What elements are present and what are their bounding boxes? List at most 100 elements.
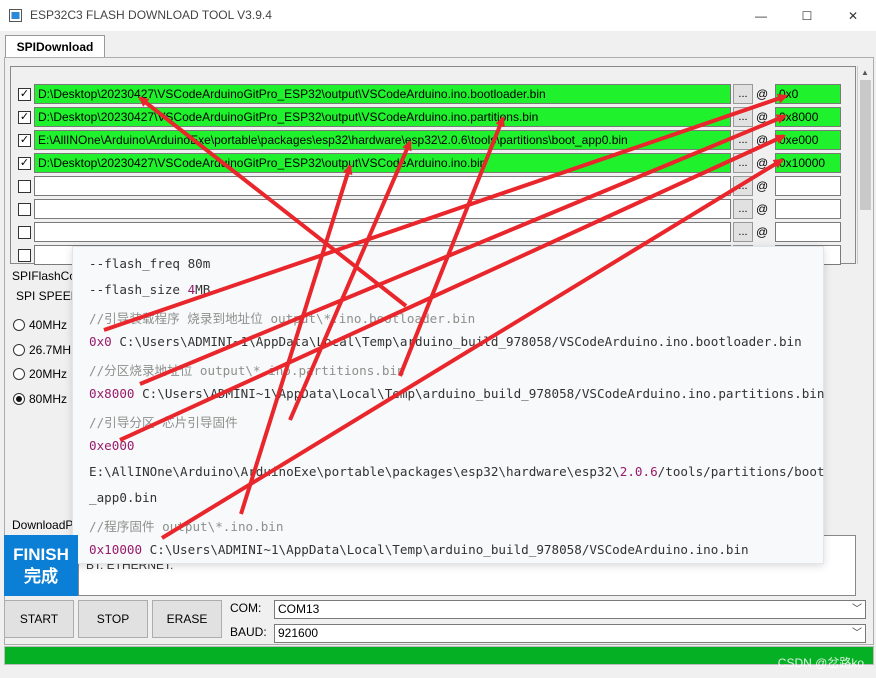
code-line: --flash_freq 80m — [89, 256, 210, 271]
code-line: E:\AllINOne\Arduino\ArduinoExe\portable\… — [89, 464, 824, 479]
address-input[interactable] — [775, 199, 841, 219]
scroll-thumb[interactable] — [860, 80, 871, 210]
code-line: 0xe000 — [89, 438, 135, 453]
browse-button[interactable]: ... — [733, 199, 753, 219]
code-token: 0x10000 — [89, 542, 143, 557]
code-token: C:\Users\ADMINI~1\AppData\Local\Temp\ard… — [111, 334, 802, 349]
code-line: 0x8000 C:\Users\ADMINI~1\AppData\Local\T… — [89, 386, 824, 401]
address-input[interactable]: 0x0 — [775, 84, 841, 104]
spi-speed-radio[interactable] — [13, 368, 25, 380]
code-token: 2.0.6 — [619, 464, 658, 479]
code-token: 80m — [187, 256, 211, 271]
address-input[interactable] — [775, 222, 841, 242]
spi-speed-option-label: 20MHz — [29, 367, 68, 381]
at-label: @ — [756, 133, 769, 147]
window-title: ESP32C3 FLASH DOWNLOAD TOOL V3.9.4 — [30, 8, 272, 22]
file-path-input[interactable]: D:\Desktop\20230427\VSCodeArduinoGitPro_… — [34, 84, 731, 104]
code-token: --flash_freq — [89, 256, 188, 271]
code-token: 0x0 — [89, 334, 112, 349]
scroll-up-icon[interactable]: ▲ — [861, 68, 869, 77]
spi-speed-radio[interactable] — [13, 319, 25, 331]
browse-button[interactable]: ... — [733, 130, 753, 150]
close-icon: ✕ — [847, 8, 859, 23]
code-token: 0x8000 — [89, 386, 135, 401]
code-token: //程序固件 output\*.ino.bin — [89, 519, 284, 534]
code-comment-line: //引导分区 芯片引导固件 — [89, 412, 238, 431]
address-input[interactable]: 0xe000 — [775, 130, 841, 150]
at-label: @ — [756, 225, 769, 239]
erase-button[interactable]: ERASE — [152, 600, 222, 638]
code-token: C:\Users\ADMINI~1\AppData\Local\Temp\ard… — [142, 542, 749, 557]
row-checkbox[interactable]: ✓ — [18, 134, 31, 147]
code-token: //引导分区 芯片引导固件 — [89, 415, 238, 430]
code-line: _app0.bin — [89, 490, 157, 505]
row-checkbox[interactable] — [18, 226, 31, 239]
address-input[interactable]: 0x10000 — [775, 153, 841, 173]
code-comment-line: //分区烧录地址位 output\*.ino.partitions.bin — [89, 360, 405, 379]
code-line: 0x10000 C:\Users\ADMINI~1\AppData\Local\… — [89, 542, 749, 557]
row-checkbox[interactable]: ✓ — [18, 157, 31, 170]
browse-button[interactable]: ... — [733, 107, 753, 127]
baud-label: BAUD: — [230, 625, 267, 639]
code-token: /tools/partitions/boot — [657, 464, 825, 479]
code-token: //分区烧录地址位 output\*.ino.partitions.bin — [89, 363, 405, 378]
chevron-down-icon: ﹀ — [852, 628, 862, 639]
file-path-input[interactable]: E:\AllINOne\Arduino\ArduinoExe\portable\… — [34, 130, 731, 150]
row-checkbox[interactable] — [18, 249, 31, 262]
code-token: E:\AllINOne\Arduino\ArduinoExe\portable\… — [89, 464, 620, 479]
file-path-input[interactable]: D:\Desktop\20230427\VSCodeArduinoGitPro_… — [34, 153, 731, 173]
code-comment-line: //程序固件 output\*.ino.bin — [89, 516, 283, 535]
spi-speed-label: SPI SPEED — [16, 289, 80, 303]
maximize-button[interactable]: ☐ — [784, 0, 830, 31]
spiflash-config-label: SPIFlashCo — [12, 269, 77, 283]
code-token: C:\Users\ADMINI~1\AppData\Local\Temp\ard… — [134, 386, 825, 401]
chevron-down-icon: ﹀ — [852, 604, 862, 615]
minimize-button[interactable]: — — [738, 0, 784, 31]
file-list-scrollbar[interactable]: ▲ — [857, 66, 872, 264]
watermark: CSDN @岔路ko — [777, 656, 864, 670]
row-checkbox[interactable]: ✓ — [18, 88, 31, 101]
address-input[interactable] — [775, 176, 841, 196]
file-path-input[interactable] — [34, 176, 731, 196]
at-label: @ — [756, 87, 769, 101]
maximize-icon: ☐ — [801, 8, 813, 23]
row-checkbox[interactable] — [18, 180, 31, 193]
code-token: //引导装载程序 烧录到地址位 output\*.ino.bootloader.… — [89, 311, 476, 326]
spi-speed-option-label: 80MHz — [29, 392, 68, 406]
com-label: COM: — [230, 601, 262, 615]
close-button[interactable]: ✕ — [830, 0, 876, 31]
browse-button[interactable]: ... — [733, 153, 753, 173]
code-token: 0xe000 — [89, 438, 135, 453]
stop-button[interactable]: STOP — [78, 600, 148, 638]
at-label: @ — [756, 202, 769, 216]
spi-speed-option-label: 40MHz — [29, 318, 68, 332]
minimize-icon: — — [755, 8, 767, 23]
file-path-input[interactable]: D:\Desktop\20230427\VSCodeArduinoGitPro_… — [34, 107, 731, 127]
com-select[interactable]: COM13 ﹀ — [274, 600, 866, 619]
code-token: _app0.bin — [89, 490, 158, 505]
at-label: @ — [756, 179, 769, 193]
code-line: 0x0 C:\Users\ADMINI~1\AppData\Local\Temp… — [89, 334, 802, 349]
progress-bar — [4, 646, 874, 665]
spi-speed-radio[interactable] — [13, 393, 25, 405]
row-checkbox[interactable]: ✓ — [18, 111, 31, 124]
row-checkbox[interactable] — [18, 203, 31, 216]
browse-button[interactable]: ... — [733, 222, 753, 242]
code-line: --flash_size 4MB — [89, 282, 210, 297]
code-token: MB — [195, 282, 211, 297]
browse-button[interactable]: ... — [733, 176, 753, 196]
file-path-input[interactable] — [34, 222, 731, 242]
code-token: --flash_size — [89, 282, 188, 297]
start-button[interactable]: START — [4, 600, 74, 638]
address-input[interactable]: 0x8000 — [775, 107, 841, 127]
file-path-input[interactable] — [34, 199, 731, 219]
status-badge: FINISH 完成 — [4, 535, 78, 596]
tab-spidownload[interactable]: SPIDownload — [5, 35, 105, 57]
progress-fill — [5, 647, 873, 664]
spi-speed-option-label: 26.7MH — [29, 343, 72, 357]
app-icon — [9, 9, 22, 22]
baud-select[interactable]: 921600 ﹀ — [274, 624, 866, 643]
browse-button[interactable]: ... — [733, 84, 753, 104]
spi-speed-radio[interactable] — [13, 344, 25, 356]
baud-value: 921600 — [278, 626, 319, 640]
